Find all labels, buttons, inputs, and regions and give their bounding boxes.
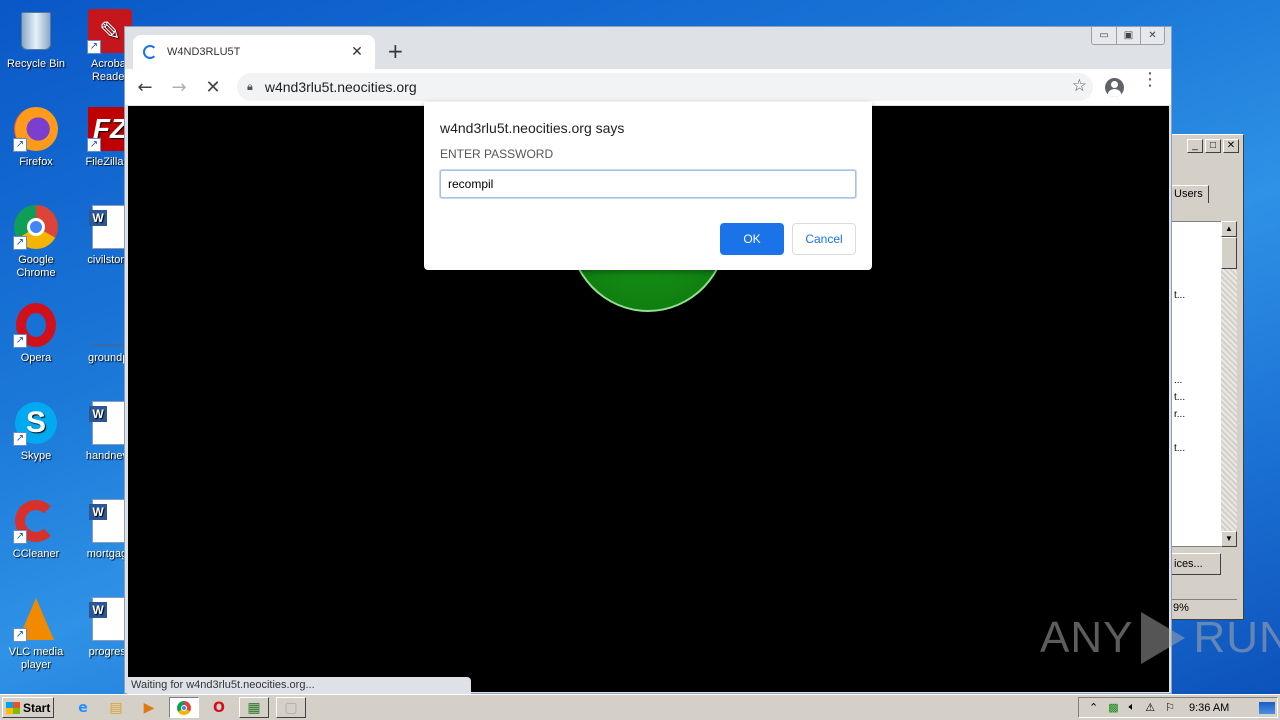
desktop-icon-vlc[interactable]: ↗ VLC media player — [0, 596, 72, 672]
url-text: w4nd3rlu5t.neocities.org — [264, 79, 417, 95]
list-item[interactable] — [1172, 426, 1221, 443]
network-warning-icon[interactable]: ⚠ — [1145, 701, 1155, 714]
volume-icon[interactable]: 🔈︎ — [1129, 701, 1136, 714]
loading-spinner-icon — [143, 45, 157, 59]
list-item[interactable]: t... — [1172, 443, 1221, 460]
shortcut-arrow-icon: ↗ — [13, 432, 27, 446]
desktop-icon-firefox[interactable]: ↗ Firefox — [0, 106, 72, 169]
password-input[interactable] — [440, 170, 856, 198]
ok-button[interactable]: OK — [720, 223, 784, 255]
window-controls: ▭ ▣ ✕ — [1091, 27, 1165, 45]
taskbar-opera-icon[interactable]: O — [206, 697, 232, 718]
system-tray: ⌃ ▩ 🔈︎ ⚠ ⚐ 9:36 AM — [1078, 697, 1278, 718]
shortcut-arrow-icon: ↗ — [13, 530, 27, 544]
shortcut-arrow-icon: ↗ — [87, 138, 101, 152]
dialog-message: ENTER PASSWORD — [440, 147, 554, 161]
list-item[interactable]: ... — [1172, 375, 1221, 392]
vlc-icon: ↗ — [13, 596, 59, 642]
address-bar[interactable]: 🔒︎ w4nd3rlu5t.neocities.org ☆ — [237, 73, 1093, 101]
scroll-thumb[interactable] — [1221, 237, 1237, 269]
desktop-icon-chrome[interactable]: ↗ Google Chrome — [0, 204, 72, 280]
browser-toolbar: ← → ✕ 🔒︎ w4nd3rlu5t.neocities.org ☆ ⋮ — [125, 69, 1171, 105]
list-item[interactable] — [1172, 341, 1221, 358]
media-player-icon[interactable]: ▶ — [136, 697, 162, 718]
taskbar: Start e ▤ ▶ O ▦ ▢ ⌃ ▩ 🔈︎ ⚠ ⚐ 9:36 AM — [0, 694, 1280, 720]
tab-close-icon[interactable]: ✕ — [349, 44, 365, 60]
play-logo-icon — [1141, 612, 1186, 664]
list-item[interactable]: t... — [1172, 392, 1221, 409]
tab-users[interactable]: Users — [1171, 185, 1209, 203]
tab-active[interactable]: W4ND3RLU5T ✕ — [133, 35, 375, 69]
minimize-icon[interactable]: _ — [1187, 139, 1203, 153]
password-prompt-dialog: w4nd3rlu5t.neocities.org says ENTER PASS… — [424, 102, 872, 270]
taskbar-chrome-icon[interactable] — [169, 697, 199, 718]
ccleaner-icon: ↗ — [13, 498, 59, 544]
tab-title: W4ND3RLU5T — [167, 46, 241, 58]
cancel-button[interactable]: Cancel — [792, 223, 856, 255]
cpu-meter-icon[interactable]: ▩ — [1108, 701, 1118, 714]
list-item[interactable]: r... — [1172, 409, 1221, 426]
list-item[interactable] — [1172, 307, 1221, 324]
task-manager-icon[interactable]: ▦ — [239, 697, 269, 718]
anyrun-watermark: ANY RUN — [1040, 612, 1280, 664]
restore-icon[interactable]: ▣ — [1116, 27, 1140, 44]
chrome-icon: ↗ — [13, 204, 59, 250]
lock-icon[interactable]: 🔒︎ — [247, 80, 253, 94]
list-item[interactable] — [1172, 239, 1221, 256]
start-button[interactable]: Start — [2, 697, 54, 718]
list-item[interactable] — [1172, 222, 1221, 239]
shortcut-arrow-icon: ↗ — [87, 40, 101, 54]
list-item[interactable] — [1172, 324, 1221, 341]
desktop-icon-opera[interactable]: ↗ Opera — [0, 302, 72, 365]
profile-avatar-icon[interactable] — [1105, 78, 1124, 97]
bookmark-star-icon[interactable]: ☆ — [1072, 76, 1087, 96]
shortcut-arrow-icon: ↗ — [13, 628, 27, 642]
minimize-icon[interactable]: ▭ — [1092, 27, 1116, 44]
file-explorer-icon[interactable]: ▤ — [103, 697, 129, 718]
shortcut-arrow-icon: ↗ — [13, 138, 27, 152]
background-window[interactable]: _ □ ✕ Users t... ... t... r... t... ▲ ▼ … — [1170, 134, 1244, 620]
loading-status: Waiting for w4nd3rlu5t.neocities.org... — [127, 677, 471, 694]
desktop-icon-ccleaner[interactable]: ↗ CCleaner — [0, 498, 72, 561]
forward-icon[interactable]: → — [165, 77, 193, 98]
back-icon[interactable]: ← — [131, 77, 159, 98]
close-icon[interactable]: ✕ — [1140, 27, 1164, 44]
desktop-icon-skype[interactable]: S ↗ Skype — [0, 400, 72, 463]
menu-dots-icon[interactable]: ⋮ — [1141, 71, 1159, 89]
internet-explorer-icon[interactable]: e — [70, 697, 96, 718]
process-list[interactable]: t... ... t... r... t... — [1171, 221, 1221, 547]
scroll-up-icon[interactable]: ▲ — [1221, 221, 1237, 237]
shortcut-arrow-icon: ↗ — [13, 236, 27, 250]
scroll-down-icon[interactable]: ▼ — [1221, 531, 1237, 547]
services-button[interactable]: ices... — [1171, 553, 1221, 575]
action-center-flag-icon[interactable]: ⚐ — [1165, 701, 1175, 714]
firefox-icon: ↗ — [13, 106, 59, 152]
show-hidden-icons-icon[interactable]: ⌃ — [1089, 701, 1098, 714]
list-item[interactable]: t... — [1172, 290, 1221, 307]
maximize-icon[interactable]: □ — [1205, 139, 1221, 153]
list-item[interactable] — [1172, 358, 1221, 375]
show-desktop-button[interactable] — [1259, 701, 1275, 714]
blank-window-icon[interactable]: ▢ — [276, 697, 306, 718]
shortcut-arrow-icon: ↗ — [13, 334, 27, 348]
list-item[interactable] — [1172, 256, 1221, 273]
stop-loading-icon[interactable]: ✕ — [199, 77, 227, 98]
recycle-bin-icon — [13, 8, 59, 54]
close-icon[interactable]: ✕ — [1223, 139, 1239, 153]
list-item[interactable] — [1172, 273, 1221, 290]
opera-icon: ↗ — [13, 302, 59, 348]
clock[interactable]: 9:36 AM — [1189, 702, 1229, 714]
desktop-icon-recycle-bin[interactable]: Recycle Bin — [0, 8, 72, 71]
skype-icon: S ↗ — [13, 400, 59, 446]
list-scrollbar[interactable]: ▲ ▼ — [1221, 221, 1237, 547]
new-tab-icon[interactable]: + — [387, 39, 404, 63]
dialog-title: w4nd3rlu5t.neocities.org says — [440, 120, 625, 136]
windows-logo-icon — [6, 701, 20, 714]
